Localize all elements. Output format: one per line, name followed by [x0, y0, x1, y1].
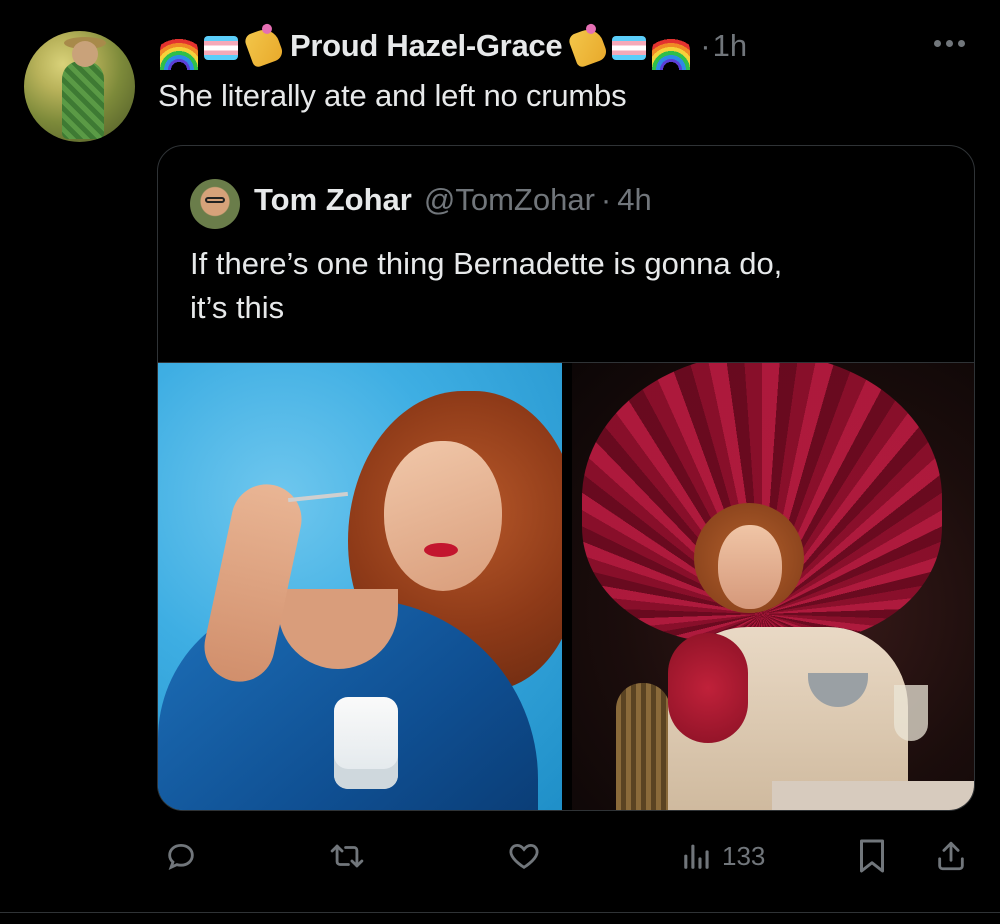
quoted-text-line-1: If there’s one thing Bernadette is gonna… [190, 246, 783, 281]
image-chair [616, 683, 670, 810]
quoted-tweet-timestamp[interactable]: 4h [617, 182, 651, 218]
tweet-action-bar: 133 [156, 832, 982, 880]
image-face [384, 441, 502, 591]
media-image-left[interactable] [158, 363, 562, 810]
reply-icon [168, 843, 194, 871]
views-count: 133 [722, 840, 766, 871]
nail-polish-icon [567, 25, 610, 69]
more-options-icon[interactable] [934, 40, 965, 47]
separator-dot: · [700, 28, 711, 63]
image-cream-jar [334, 697, 398, 789]
reply-button[interactable] [164, 832, 198, 880]
retweet-button[interactable] [328, 832, 366, 880]
trans-flag-icon [202, 26, 242, 66]
views-icon [684, 844, 709, 869]
quoted-author-name[interactable]: Tom Zohar [254, 182, 412, 218]
quoted-author-avatar[interactable] [190, 179, 240, 229]
avatar-figure [62, 61, 104, 139]
quoted-tweet-header: Tom Zohar @TomZohar · 4h [254, 182, 652, 218]
image-spoon [287, 491, 349, 503]
tweet-timestamp[interactable]: 1h [713, 28, 747, 64]
nail-polish-icon [243, 25, 285, 69]
share-button[interactable] [934, 832, 968, 880]
bookmark-button[interactable] [856, 832, 888, 880]
rainbow-icon [160, 26, 200, 70]
author-display-name[interactable]: Proud Hazel-Grace [290, 28, 563, 64]
quoted-author-handle[interactable]: @TomZohar [424, 182, 595, 218]
quoted-tweet[interactable]: Tom Zohar @TomZohar · 4h If there’s one … [157, 145, 975, 811]
rainbow-icon [652, 26, 692, 70]
quoted-tweet-text: If there’s one thing Bernadette is gonna… [190, 242, 950, 330]
media-grid [158, 362, 974, 810]
divider [0, 912, 1000, 913]
quoted-text-line-2: it’s this [190, 290, 285, 325]
separator-dot: · [600, 182, 612, 217]
image-wine-glass [894, 685, 928, 741]
image-lips [424, 543, 458, 557]
image-table [772, 781, 974, 810]
author-avatar[interactable] [24, 31, 135, 142]
tweet-header: Proud Hazel-Grace · 1h [160, 24, 747, 70]
views-button[interactable]: 133 [680, 832, 765, 880]
retweet-icon [330, 844, 364, 868]
image-face [718, 525, 782, 609]
avatar-head [72, 41, 98, 67]
like-button[interactable] [506, 832, 542, 880]
heart-icon [509, 843, 539, 869]
bookmark-icon [860, 839, 884, 873]
media-image-right[interactable] [572, 363, 974, 810]
image-sleeve [668, 633, 748, 743]
trans-flag-icon [610, 26, 650, 66]
share-icon [938, 841, 964, 871]
tweet-text: She literally ate and left no crumbs [158, 78, 627, 113]
